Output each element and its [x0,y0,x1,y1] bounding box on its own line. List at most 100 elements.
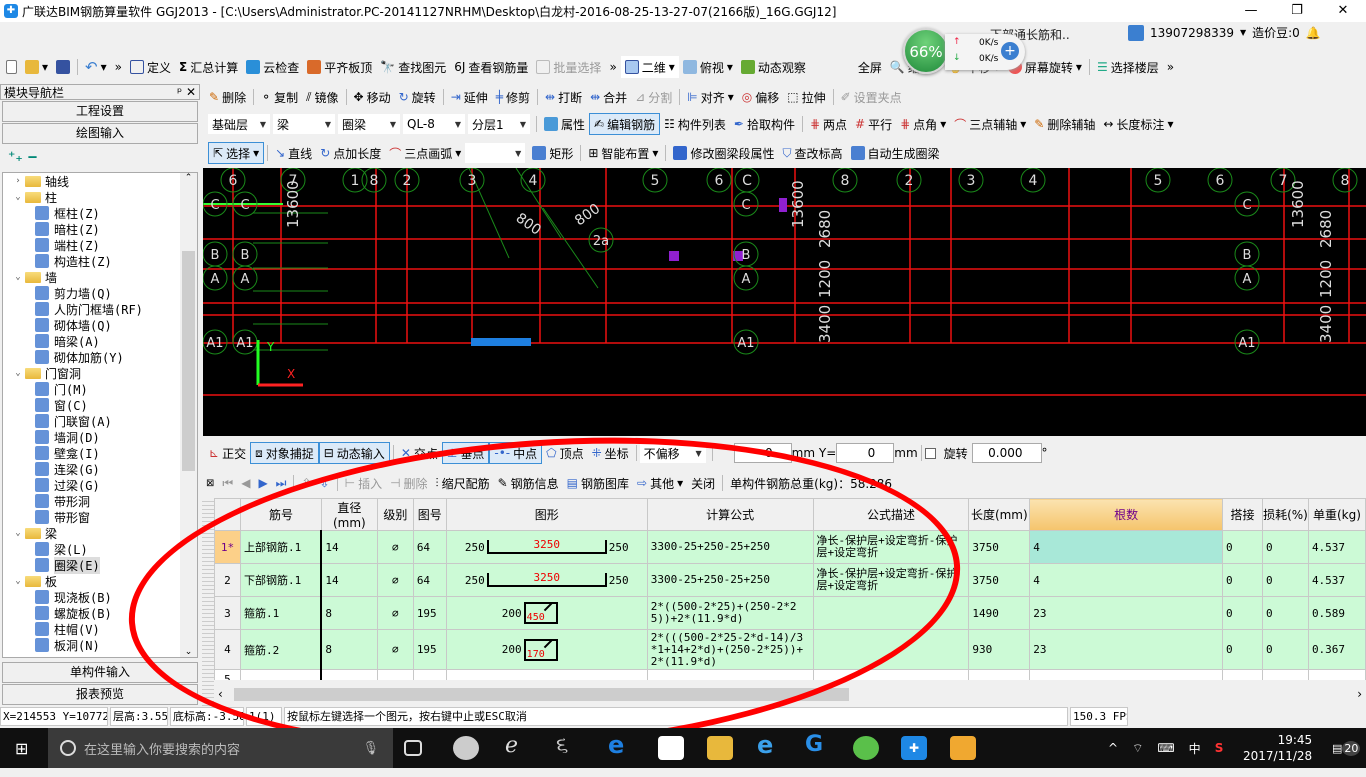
sogou-icon[interactable]: S [1215,741,1224,755]
y-offset-input[interactable]: 0 [836,443,895,463]
column-header[interactable]: 搭接 [1222,498,1263,531]
cell-name[interactable]: 箍筋.1 [239,596,322,630]
tree-node[interactable]: 梁(L) [3,541,197,557]
component-list-button[interactable]: ☷ 构件列表 [660,113,730,135]
collapse-icon[interactable]: ⌄ [11,272,25,282]
cell-lap[interactable]: 0 [1222,530,1263,564]
cell-fig[interactable] [412,669,447,680]
cell-lap[interactable]: 0 [1222,629,1263,670]
cell-fig[interactable]: 64 [412,530,447,564]
memory-percent-ball[interactable]: 66% [903,28,949,74]
modify-segment-button[interactable]: 修改圈梁段属性 [669,142,778,164]
rectangle-button[interactable]: 矩形 [528,142,577,164]
move-up-button[interactable]: ⇧ [297,472,315,494]
cell-shape[interactable]: 200 450 [445,596,648,630]
collapse-all-icon[interactable]: ‒ [28,149,38,165]
report-preview-button[interactable]: 报表预览 [2,684,198,705]
collapse-icon[interactable]: ⌄ [11,368,25,378]
collapse-icon[interactable]: ⌄ [11,576,25,586]
cell-formula[interactable]: 3300-25+250-25+250 [646,563,814,597]
tree-node[interactable]: ⌄ 柱 [3,189,197,205]
delete-axis-button[interactable]: ✎ 删除辅轴 [1030,113,1099,135]
vertex-snap[interactable]: ⬠ 顶点 [542,442,587,464]
cell-dia[interactable] [320,669,378,680]
cell-lap[interactable] [1222,669,1263,680]
component-select[interactable]: QL-8 ▼ [403,114,465,134]
collapse-icon[interactable]: ⌄ [11,192,25,202]
expand-icon[interactable]: › [11,176,25,186]
column-header[interactable]: 公式描述 [812,498,970,531]
fan-app-icon[interactable] [453,736,479,760]
cell-grade[interactable]: ⌀ [376,563,414,597]
cell-count[interactable] [1029,669,1224,680]
maximize-button[interactable]: ❐ [1274,0,1320,22]
tree-node[interactable]: 现浇板(B) [3,589,197,605]
cell-desc[interactable]: 净长-保护层+设定弯折-保护层+设定弯折 [812,563,970,597]
cad-drawing[interactable]: 6 7 1 8 2 3 4 5 6 C 8 2 3 4 5 6 7 8CBAA1CBAA1CBAA1CBAA12a… [203,168,1366,436]
row-number[interactable]: 1* [214,530,241,564]
cell-grade[interactable]: ⌀ [376,596,414,630]
cell-loss[interactable]: 0 [1261,596,1309,630]
layer-select[interactable]: 分层1 ▼ [468,114,530,134]
column-header[interactable]: 单重(kg) [1307,498,1366,531]
toolbar-overflow[interactable]: » [1163,56,1178,78]
row-number[interactable]: 5 [214,669,241,680]
insert-row-button[interactable]: ⊢ 插入 [341,472,386,494]
cell-count[interactable]: 23 [1029,596,1224,630]
auto-ring-beam-button[interactable]: 自动生成圈梁 [847,142,944,164]
cell-desc[interactable] [812,596,970,630]
cell-lap[interactable]: 0 [1222,596,1263,630]
undo-button[interactable]: ↶ ▾ [81,56,111,78]
cell-grade[interactable]: ⌀ [376,530,414,564]
three-point-axis-button[interactable]: ⌒ 三点辅轴 ▾ [950,113,1030,135]
midpoint-snap[interactable]: -•- 中点 [489,442,543,464]
cell-fig[interactable]: 195 [412,596,447,630]
ime-indicator[interactable]: 中 [1189,740,1201,757]
ie-icon[interactable]: e [757,731,783,759]
tree-node[interactable]: ⌄ 墙 [3,269,197,285]
tree-node[interactable]: ⌄ 门窗洞 [3,365,197,381]
parallel-button[interactable]: # 平行 [851,113,896,135]
edit-rebar-button[interactable]: ✍ 编辑钢筋 [589,113,661,135]
pin-icon[interactable]: ᵖ [177,85,182,99]
table-hscrollbar[interactable]: ‹ › [214,686,1366,704]
cell-loss[interactable]: 0 [1261,563,1309,597]
cell-shape[interactable]: 250 3250 250 [445,530,648,564]
offset-button[interactable]: ◎ 偏移 [738,86,784,108]
more-button[interactable]: » [111,56,126,78]
open-file-button[interactable]: ▾ [21,56,52,78]
swirl-app-icon[interactable]: ૬ [556,733,582,758]
mirror-button[interactable]: ⫽ 镜像 [302,86,342,108]
line-tool-button[interactable]: ↘ 直线 [271,142,316,164]
cell-dia[interactable]: 14 [320,563,378,597]
file-explorer-icon[interactable] [707,736,733,760]
tree-node[interactable]: 暗梁(A) [3,333,197,349]
select-floor-button[interactable]: ☰ 选择楼层 [1093,56,1163,78]
length-dim-button[interactable]: ↔ 长度标注 ▾ [1099,113,1177,135]
tree-node[interactable]: 圈梁(E) [3,556,197,574]
table-row[interactable]: 2 下部钢筋.1 14 ⌀ 64 250 3250 250 3300-25+250-25+250… [214,563,1366,597]
cell-name[interactable]: 上部钢筋.1 [239,530,322,564]
delete-row-button[interactable]: ⊣ 删除 [386,472,431,494]
merge-button[interactable]: ⇹ 合并 [586,86,631,108]
mic-icon[interactable]: 🎙 [362,741,379,756]
tree-node[interactable]: 柱帽(V) [3,621,197,637]
cell-loss[interactable] [1261,669,1309,680]
define-button[interactable]: 定义 [126,56,175,78]
tree-node[interactable]: 壁龛(I) [3,445,197,461]
cell-name[interactable]: 下部钢筋.1 [239,563,322,597]
tree-node[interactable]: 人防门框墙(RF) [3,301,197,317]
cell-desc[interactable] [812,669,970,680]
cell-loss[interactable]: 0 [1261,629,1309,670]
tree-node[interactable]: 窗(C) [3,397,197,413]
cell-formula[interactable]: 2*((500-2*25)+(250-2*25))+2*(11.9*d) [646,596,814,630]
rotate-checkbox[interactable] [924,447,936,459]
rebar-info-button[interactable]: ✎ 钢筋信息 [494,472,563,494]
column-header[interactable]: 长度(mm) [968,498,1031,531]
cell-fig[interactable]: 64 [412,563,447,597]
collapse-icon[interactable]: ⌄ [11,528,25,538]
cell-count[interactable]: 4 [1029,530,1224,564]
category-select[interactable]: 梁 ▼ [273,114,335,134]
plus-icon[interactable]: + [1001,42,1019,60]
notification-center-icon[interactable]: ▤ 20 [1332,728,1361,768]
